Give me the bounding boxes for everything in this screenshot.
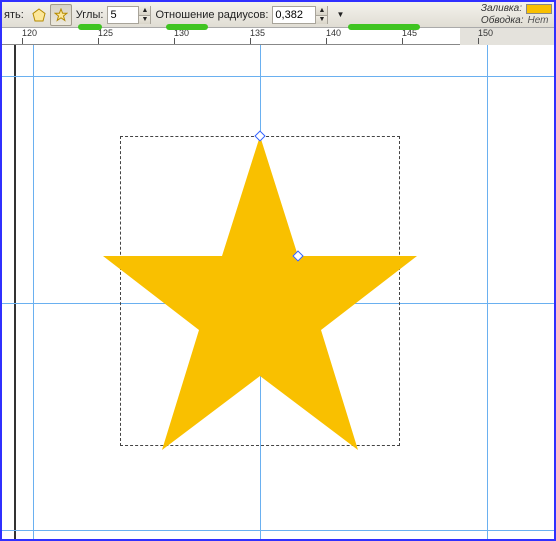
- ruler-tick: 150: [478, 28, 493, 38]
- pentagon-icon: [32, 8, 46, 22]
- annotation-underline-1: [78, 24, 102, 30]
- polygon-button[interactable]: [28, 4, 50, 26]
- guide-horizontal[interactable]: [2, 530, 554, 531]
- corners-input[interactable]: [108, 9, 138, 21]
- ruler-tick: 120: [22, 28, 37, 38]
- stroke-label: Обводка:: [481, 15, 524, 26]
- ratio-input[interactable]: [273, 9, 315, 21]
- page-edge-left: [14, 45, 16, 539]
- annotation-underline-2: [166, 24, 208, 30]
- shape-mode-group: [28, 4, 72, 26]
- fill-label: Заливка:: [481, 3, 522, 14]
- guide-vertical[interactable]: [487, 45, 488, 539]
- corners-label: Углы:: [76, 9, 104, 21]
- ratio-down[interactable]: ▼: [315, 15, 327, 24]
- toolbar: ять: Углы: ▲ ▼ Отношение радиусов:: [2, 2, 554, 28]
- guide-horizontal[interactable]: [2, 76, 554, 77]
- toolbar-overflow[interactable]: ▼: [332, 6, 348, 24]
- ratio-spinbox[interactable]: ▲ ▼: [272, 6, 328, 24]
- guide-vertical[interactable]: [33, 45, 34, 539]
- stroke-value[interactable]: Нет: [527, 15, 548, 26]
- star-icon: [54, 8, 68, 22]
- ruler-horizontal[interactable]: 120 125 130 135 140 145 150: [2, 28, 460, 45]
- fill-swatch[interactable]: [526, 4, 552, 14]
- ratio-label: Отношение радиусов:: [155, 9, 268, 21]
- star-button[interactable]: [50, 4, 72, 26]
- corners-down[interactable]: ▼: [138, 15, 150, 24]
- ruler-tick: 135: [250, 28, 265, 38]
- corners-spinbox[interactable]: ▲ ▼: [107, 6, 151, 24]
- canvas[interactable]: [2, 45, 554, 539]
- annotation-underline-3: [348, 24, 420, 30]
- star-shape[interactable]: [87, 110, 433, 456]
- corners-up[interactable]: ▲: [138, 6, 150, 15]
- change-label: ять:: [4, 9, 24, 21]
- app-window: ять: Углы: ▲ ▼ Отношение радиусов:: [2, 2, 554, 539]
- style-indicator: Заливка: Обводка: Нет: [481, 3, 552, 27]
- ruler-tick: 140: [326, 28, 341, 38]
- ratio-up[interactable]: ▲: [315, 6, 327, 15]
